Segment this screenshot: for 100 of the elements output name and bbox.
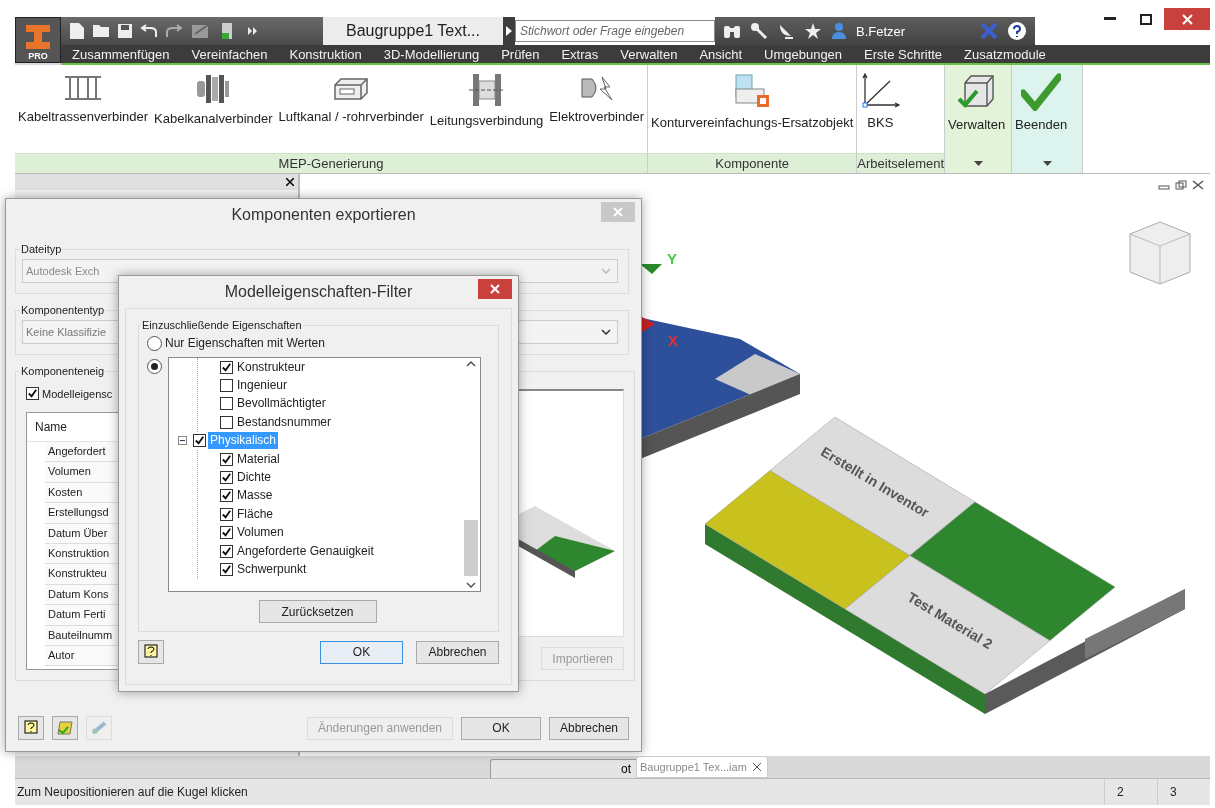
ribbon-tab[interactable]: Extras — [550, 46, 610, 62]
axis-label: Y — [667, 250, 677, 267]
radio-label[interactable]: Nur Eigenschaften mit Werten — [165, 336, 325, 350]
ribbon-tool-button[interactable]: BKS — [857, 65, 904, 153]
checkbox[interactable] — [220, 507, 233, 521]
collapse-toggle[interactable] — [178, 436, 187, 446]
help-button[interactable] — [138, 640, 164, 664]
ribbon-tool-button[interactable]: Elektroverbinder — [546, 65, 647, 153]
tree-item[interactable]: Material — [235, 450, 282, 468]
ribbon-tool-button[interactable]: Kabeltrassenverbinder — [15, 65, 152, 153]
dialog-title: Komponenten exportieren — [231, 206, 416, 224]
close-icon[interactable] — [286, 178, 294, 186]
checkbox[interactable] — [220, 471, 233, 485]
help-button[interactable] — [18, 716, 44, 740]
scrollbar-thumb[interactable] — [464, 520, 478, 576]
checkbox[interactable] — [220, 452, 233, 466]
status-message: Zum Neupositionieren auf die Kugel klicken — [16, 785, 249, 799]
panel-title: Komponente — [648, 153, 857, 173]
maximize-icon[interactable] — [1140, 13, 1152, 25]
ribbon-tab[interactable]: Verwalten — [609, 46, 689, 62]
search-field[interactable]: Stichwort oder Frage eingeben — [515, 20, 715, 42]
checkbox[interactable] — [220, 379, 233, 393]
tree-item[interactable]: Angeforderte Genauigkeit — [235, 542, 376, 560]
ribbon-tool-button[interactable]: Kabelkanalverbinder — [151, 65, 276, 153]
checkmark-icon — [1021, 73, 1062, 111]
tree-item[interactable]: Volumen — [235, 524, 286, 542]
checkbox[interactable] — [193, 434, 206, 448]
folder-icon[interactable] — [92, 24, 110, 38]
chevron-down-icon — [601, 268, 611, 274]
user-icon[interactable] — [831, 22, 847, 40]
tree-item[interactable]: Dichte — [235, 469, 273, 487]
dropdown-caret-icon[interactable] — [1042, 161, 1052, 166]
dropdown-caret-icon[interactable] — [973, 161, 983, 166]
more-icon[interactable] — [248, 26, 258, 36]
ribbon-tool-button[interactable]: Luftkanal / -rohrverbinder — [275, 65, 427, 153]
tree-item[interactable]: Schwerpunkt — [235, 561, 309, 578]
ribbon-tab[interactable]: Vereinfachen — [180, 46, 279, 62]
ribbon-tab[interactable]: Ansicht — [688, 46, 753, 62]
binoculars-icon[interactable] — [723, 23, 741, 39]
checkbox[interactable] — [220, 489, 233, 503]
group-label: Einzuschließende Eigenschaften — [141, 319, 303, 331]
close-button[interactable] — [478, 279, 512, 299]
radio-button[interactable] — [147, 359, 162, 374]
checkbox[interactable] — [26, 387, 39, 400]
pipe-fitting-icon — [468, 73, 505, 107]
checkbox[interactable] — [220, 563, 233, 576]
ribbon-tool-button[interactable]: Konturvereinfachungs-Ersatzobjekt — [648, 65, 857, 153]
close-icon[interactable] — [752, 763, 761, 771]
tree-item[interactable]: Masse — [235, 487, 275, 505]
ribbon-tab[interactable]: Zusammenfügen — [61, 46, 181, 62]
folder-arrow-button[interactable] — [52, 716, 78, 740]
scrollbar[interactable] — [462, 358, 480, 591]
redo-icon[interactable] — [165, 24, 183, 38]
dialog-button[interactable]: Abbrechen — [416, 640, 499, 664]
key-icon[interactable] — [750, 22, 768, 40]
chevron-down-icon[interactable] — [466, 582, 476, 588]
checkbox[interactable] — [220, 544, 233, 558]
tree-item[interactable]: Ingenieur — [235, 377, 290, 395]
ribbon-tab[interactable]: Erste Schritte — [853, 46, 954, 62]
minimize-icon[interactable] — [1104, 17, 1116, 21]
logo-icon — [24, 23, 52, 51]
tree-item[interactable]: Bevollmächtigter — [235, 395, 328, 413]
window-title: Baugruppe1 Text... — [323, 17, 503, 45]
pencil-icon — [90, 720, 108, 736]
satellite-dish-icon[interactable] — [777, 22, 795, 40]
close-icon[interactable] — [1192, 180, 1204, 190]
new-file-icon[interactable] — [69, 22, 85, 40]
ribbon-tab[interactable]: Zusatzmodule — [953, 46, 1057, 62]
help-icon[interactable] — [1007, 21, 1027, 41]
group-label: Komponenteneig — [20, 365, 106, 377]
checkbox[interactable] — [220, 397, 233, 411]
group-label: Komponententyp — [20, 304, 106, 316]
dialog-button[interactable]: OK — [461, 716, 541, 740]
checkbox[interactable] — [220, 360, 233, 374]
checkbox[interactable] — [220, 526, 233, 540]
ribbon-tab[interactable]: Umgebungen — [753, 46, 854, 62]
chevron-up-icon[interactable] — [466, 361, 476, 367]
save-icon[interactable] — [117, 23, 133, 39]
expand-arrow-icon[interactable] — [506, 26, 512, 36]
ribbon-tab[interactable]: Prüfen — [490, 46, 551, 62]
restore-icon[interactable] — [1175, 180, 1187, 190]
ribbon-tool-button[interactable]: Leitungsverbindung — [426, 65, 547, 153]
ribbon-tab[interactable]: Konstruktion — [278, 46, 373, 62]
star-icon[interactable] — [804, 22, 822, 40]
application-menu-button[interactable]: PRO — [15, 17, 61, 63]
checkbox[interactable] — [220, 415, 233, 429]
radio-button[interactable] — [147, 335, 162, 351]
dialog-button[interactable]: Abbrechen — [549, 716, 629, 740]
chevron-down-icon — [601, 329, 611, 335]
group-label: Dateityp — [20, 243, 63, 255]
ribbon-tab[interactable]: 3D-Modellierung — [372, 46, 491, 62]
tree-item[interactable]: Konstrukteur — [235, 358, 308, 376]
document-tab[interactable]: Baugruppe1 Tex...iam — [636, 756, 768, 778]
minus-icon — [180, 438, 185, 444]
dialog-button[interactable]: OK — [320, 640, 403, 664]
undo-icon[interactable] — [140, 24, 158, 38]
tree-item[interactable]: Fläche — [235, 505, 276, 523]
checkbox-label[interactable]: Modelleigensc — [42, 387, 113, 400]
axes-icon — [860, 73, 901, 109]
reset-button[interactable]: Zurücksetzen — [258, 600, 377, 623]
